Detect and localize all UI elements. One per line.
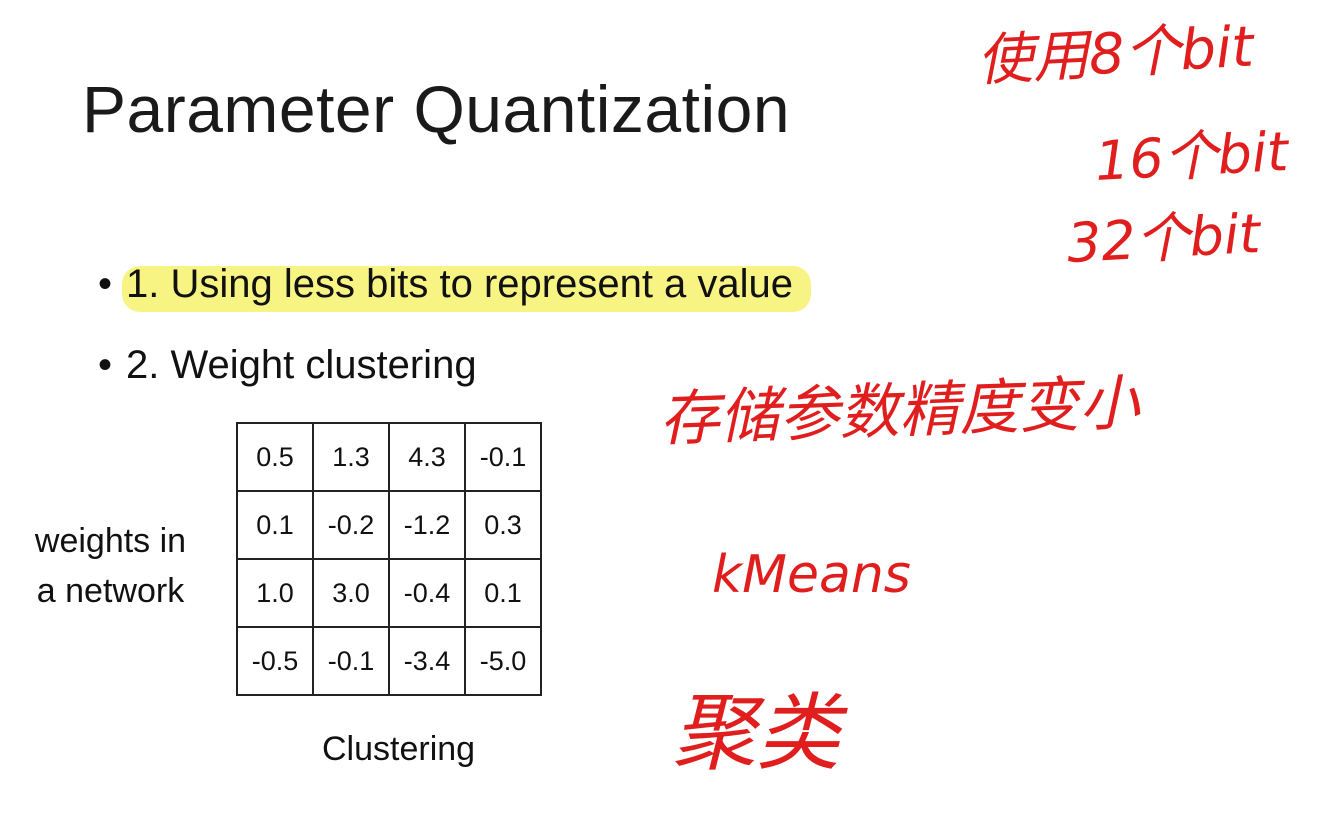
handwritten-precision-note: 存储参数精度变小 — [658, 368, 1142, 455]
handwritten-kmeans: kMeans — [712, 545, 911, 605]
handwritten-cluster-cn: 聚类 — [672, 684, 848, 782]
handwritten-annotations: 使用8个bit 16个bit 32个bit 存储参数精度变小 kMeans 聚类 — [658, 14, 1291, 782]
handwritten-bits-32: 32个bit — [1065, 202, 1263, 275]
handwritten-bits-8: 使用8个bit — [975, 14, 1257, 93]
handwritten-bits-16: 16个bit — [1093, 120, 1291, 193]
